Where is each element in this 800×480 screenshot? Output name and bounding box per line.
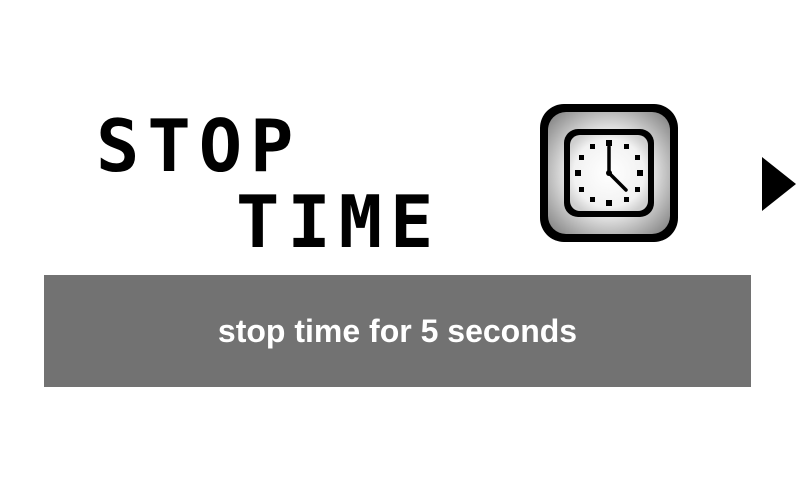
title-line-2: TIME [236,180,442,264]
title-line-1: STOP [96,104,302,188]
clock-icon [538,102,680,244]
play-arrow-right-icon[interactable] [762,157,796,211]
description-bar: stop time for 5 seconds [44,275,751,387]
powerup-description: stop time for 5 seconds [217,312,578,349]
